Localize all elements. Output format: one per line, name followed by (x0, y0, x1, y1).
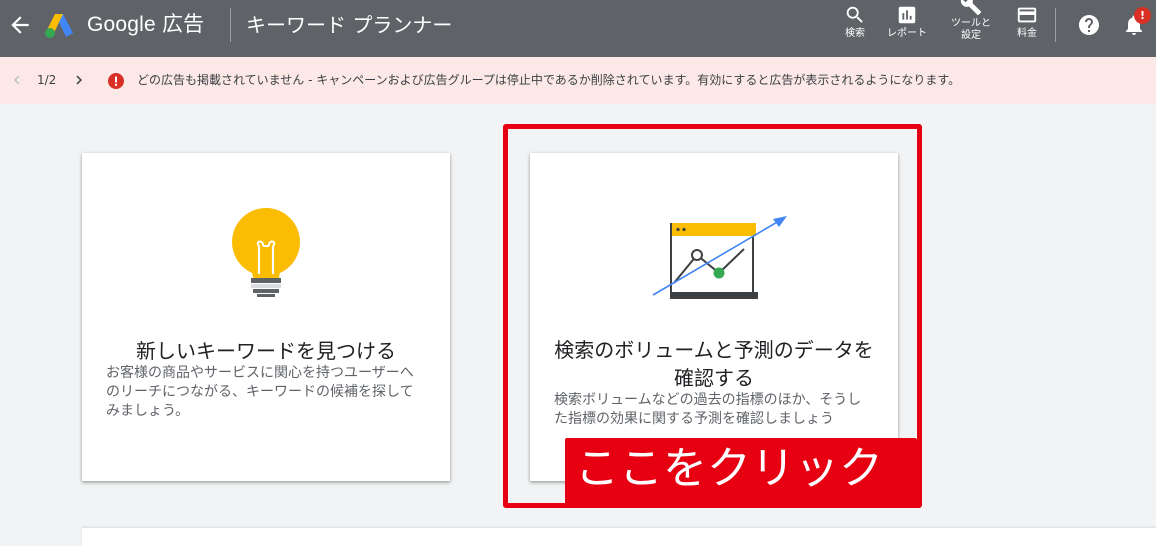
card-title: 新しいキーワードを見つける (136, 339, 396, 363)
nav-tools-button[interactable]: ツールと 設定 (945, 0, 997, 42)
forecast-volume-card[interactable]: 検索のボリュームと予測のデータを確認する 検索ボリュームなどの過去の指標のほか、… (530, 153, 898, 481)
alert-banner: 1/2 どの広告も掲載されていません - キャンペーンおよび広告グループは停止中… (0, 57, 1156, 104)
nav-reports-label: レポート (887, 28, 927, 39)
search-icon (846, 6, 863, 23)
notification-badge: ! (1134, 7, 1151, 24)
nav-billing-button[interactable]: 料金 (1001, 4, 1053, 40)
google-ads-logo-icon[interactable] (42, 11, 76, 39)
brand-name[interactable]: Google 広告 (87, 11, 204, 39)
lower-panel (82, 528, 1156, 546)
top-app-bar: Google 広告 キーワード プランナー 検索 レポート ツールと 設定 料金… (0, 0, 1156, 57)
nav-billing-label: 料金 (1017, 28, 1037, 39)
chevron-right-icon[interactable] (70, 70, 88, 90)
nav-reports-button[interactable]: レポート (881, 4, 933, 40)
nav-tools-label: ツールと 設定 (951, 18, 991, 41)
card-title: 検索のボリュームと予測のデータを確認する (554, 338, 874, 390)
alert-pager: 1/2 (37, 73, 57, 87)
reports-icon (898, 6, 916, 24)
credit-card-icon (1017, 7, 1037, 23)
nav-search-label: 検索 (845, 28, 865, 39)
wrench-icon (960, 0, 982, 16)
lightbulb-icon (232, 208, 300, 297)
alert-message: どの広告も掲載されていません - キャンペーンおよび広告グループは停止中であるか… (137, 73, 961, 87)
find-new-keywords-card[interactable]: 新しいキーワードを見つける お客様の商品やサービスに関心を持つユーザーへのリーチ… (82, 153, 450, 481)
back-arrow-icon[interactable] (7, 12, 33, 38)
help-icon[interactable] (1077, 13, 1101, 37)
page-title: キーワード プランナー (246, 13, 453, 37)
header-divider (230, 8, 231, 42)
header-divider-right (1055, 8, 1056, 42)
annotation-callout: ここをクリック (565, 438, 917, 508)
error-icon (108, 73, 124, 89)
nav-search-button[interactable]: 検索 (829, 4, 881, 40)
chevron-left-icon[interactable] (8, 70, 26, 90)
card-description: お客様の商品やサービスに関心を持つユーザーへのリーチにつながる、キーワードの候補… (106, 365, 414, 419)
card-description: 検索ボリュームなどの過去の指標のほか、そうした指標の効果に関する予測を確認しまし… (554, 392, 862, 427)
forecast-chart-icon (652, 216, 787, 299)
